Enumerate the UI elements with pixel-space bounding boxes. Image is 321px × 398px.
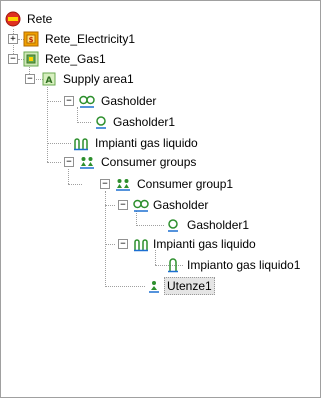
tree-node-utenze1[interactable]: Utenze1 — [1, 276, 320, 296]
tree-node-label: Impianto gas liquido1 — [187, 258, 301, 272]
gas-network-icon — [23, 51, 39, 67]
tree-node-label: Rete_Electricity1 — [45, 32, 136, 46]
tree-node-cg-impianti-group[interactable]: − Impianti gas liquido — [1, 234, 320, 254]
tree-node-gasholder-group[interactable]: − Gasholder — [1, 91, 320, 111]
supply-area-icon: A — [42, 72, 56, 86]
tree-node-supply-area[interactable]: − A Supply area1 — [1, 69, 320, 89]
tree-view[interactable]: Rete + $ Rete_Electricity1 − Rete_Gas1 −… — [0, 0, 321, 398]
collapse-icon[interactable]: − — [64, 157, 74, 167]
consumer-groups-icon — [80, 157, 94, 169]
tree-node-label: Impianti gas liquido — [95, 136, 198, 150]
tree-node-impianti-group[interactable]: Impianti gas liquido — [1, 133, 320, 153]
tree-node-gasholder1[interactable]: Gasholder1 — [1, 112, 320, 132]
tree-node-label: Gasholder1 — [187, 218, 250, 232]
tree-node-electricity[interactable]: + $ Rete_Electricity1 — [1, 29, 320, 49]
collapse-icon[interactable]: − — [118, 239, 128, 249]
tree-node-label: Rete — [27, 12, 53, 26]
tree-node-cg-gasholder-group[interactable]: − Gasholder — [1, 195, 320, 215]
lng-plant-group-icon — [74, 138, 88, 151]
collapse-icon[interactable]: − — [25, 74, 35, 84]
tree-node-gas-network[interactable]: − Rete_Gas1 — [1, 49, 320, 69]
collapse-icon[interactable]: − — [100, 179, 110, 189]
tree-node-label: Rete_Gas1 — [45, 52, 106, 66]
tree-node-label: Supply area1 — [63, 72, 134, 86]
tree-node-rete[interactable]: Rete — [1, 9, 320, 29]
tree-node-label: Impianti gas liquido — [153, 237, 256, 251]
tree-node-label: Consumer group1 — [137, 177, 234, 191]
collapse-icon[interactable]: − — [8, 54, 18, 64]
gasholder-icon — [168, 219, 178, 232]
gasholder-group-icon — [79, 95, 95, 108]
tree-node-label: Consumer groups — [101, 155, 197, 169]
electricity-network-icon: $ — [23, 31, 39, 47]
svg-text:$: $ — [29, 36, 34, 44]
rete-root-icon — [5, 11, 21, 27]
svg-text:A: A — [46, 76, 53, 86]
tree-node-label: Gasholder — [101, 94, 157, 108]
tree-node-consumer-group1[interactable]: − Consumer group1 — [1, 174, 320, 194]
tree-node-label: Gasholder — [153, 198, 209, 212]
expand-icon[interactable]: + — [8, 34, 18, 44]
tree-node-consumer-groups[interactable]: − Consumer groups — [1, 152, 320, 172]
collapse-icon[interactable]: − — [118, 200, 128, 210]
consumer-icon — [149, 281, 159, 293]
lng-plant-icon — [168, 258, 178, 273]
tree-node-label: Utenze1 — [164, 277, 215, 295]
tree-node-cg-gasholder1[interactable]: Gasholder1 — [1, 215, 320, 235]
consumer-group-icon — [116, 179, 130, 191]
tree-node-cg-impianto1[interactable]: Impianto gas liquido1 — [1, 255, 320, 275]
lng-plant-group-icon — [134, 239, 148, 252]
gasholder-group-icon — [133, 199, 149, 212]
collapse-icon[interactable]: − — [64, 96, 74, 106]
tree-node-label: Gasholder1 — [113, 115, 176, 129]
gasholder-icon — [96, 116, 106, 129]
